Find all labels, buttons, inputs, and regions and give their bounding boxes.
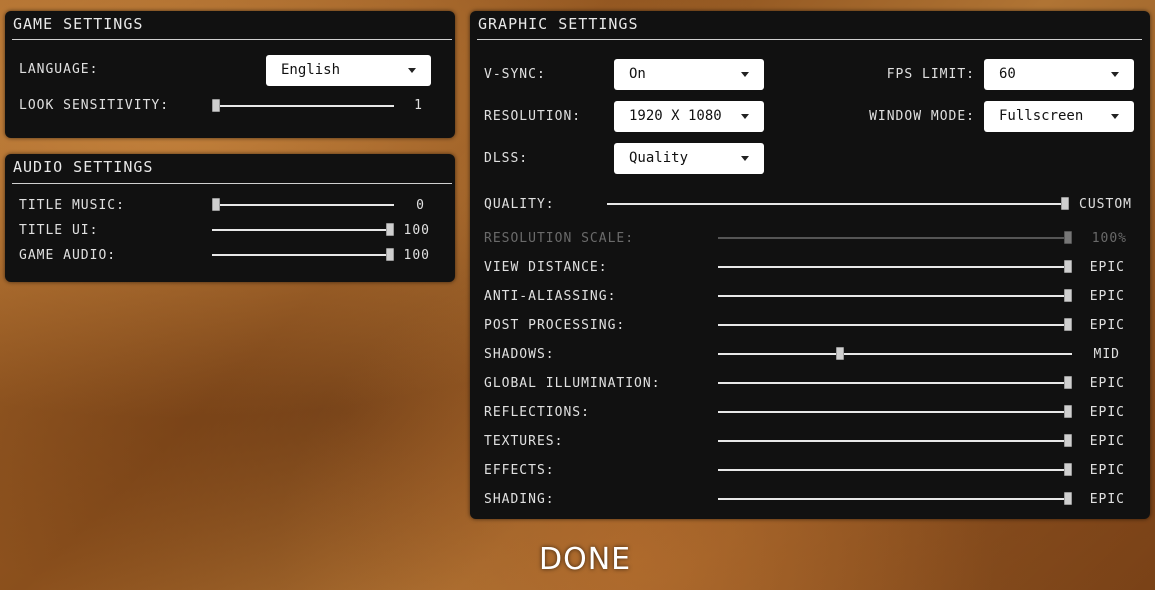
reflections-slider[interactable] [718, 405, 1072, 418]
language-dropdown[interactable]: English [266, 55, 431, 86]
textures-slider[interactable] [718, 434, 1072, 447]
look-sensitivity-label: LOOK SENSITIVITY: [19, 98, 170, 113]
chevron-down-icon [1111, 114, 1119, 119]
chevron-down-icon [741, 114, 749, 119]
effects-label: EFFECTS: [484, 463, 555, 478]
anti-aliassing-slider[interactable] [718, 289, 1072, 302]
game-settings-divider [12, 39, 452, 40]
global-illumination-slider[interactable] [718, 376, 1072, 389]
post-processing-slider[interactable] [718, 318, 1072, 331]
title-ui-value: 100 [403, 223, 430, 238]
title-music-label: TITLE MUSIC: [19, 198, 125, 213]
shading-value: EPIC [1089, 492, 1125, 507]
language-value: English [281, 62, 341, 78]
shadows-slider[interactable] [718, 347, 1072, 360]
slider-thumb[interactable] [212, 198, 220, 211]
slider-track [718, 498, 1072, 500]
slider-track [718, 440, 1072, 442]
title-ui-label: TITLE UI: [19, 223, 99, 238]
vsync-value: On [629, 66, 646, 82]
post-processing-label: POST PROCESSING: [484, 318, 626, 333]
fps-limit-value: 60 [999, 66, 1016, 82]
audio-settings-panel: AUDIO SETTINGS TITLE MUSIC: 0 TITLE UI: … [5, 154, 455, 282]
title-music-value: 0 [416, 198, 425, 213]
slider-track [212, 254, 394, 256]
dlss-value: Quality [629, 150, 689, 166]
effects-slider[interactable] [718, 463, 1072, 476]
language-label: LANGUAGE: [19, 62, 99, 77]
resolution-label: RESOLUTION: [484, 109, 582, 124]
slider-track [607, 203, 1069, 205]
slider-track [212, 229, 394, 231]
slider-track [718, 266, 1072, 268]
global-illumination-value: EPIC [1089, 376, 1125, 391]
slider-track [718, 382, 1072, 384]
dlss-dropdown[interactable]: Quality [614, 143, 764, 174]
slider-track [718, 237, 1072, 239]
slider-track [212, 105, 394, 107]
quality-value: CUSTOM [1079, 197, 1132, 212]
audio-settings-divider [12, 183, 452, 184]
shading-slider[interactable] [718, 492, 1072, 505]
resolution-dropdown[interactable]: 1920 X 1080 [614, 101, 764, 132]
window-mode-label: WINDOW MODE: [869, 109, 975, 124]
global-illumination-label: GLOBAL ILLUMINATION: [484, 376, 661, 391]
look-sensitivity-value: 1 [414, 98, 423, 113]
graphic-settings-panel: GRAPHIC SETTINGS V-SYNC: On RESOLUTION: … [470, 11, 1150, 519]
slider-track [718, 411, 1072, 413]
resolution-scale-value: 100% [1091, 231, 1127, 246]
view-distance-value: EPIC [1089, 260, 1125, 275]
chevron-down-icon [741, 156, 749, 161]
audio-settings-title: AUDIO SETTINGS [13, 158, 154, 176]
title-ui-slider[interactable] [212, 223, 394, 236]
vsync-dropdown[interactable]: On [614, 59, 764, 90]
dlss-label: DLSS: [484, 151, 529, 166]
chevron-down-icon [1111, 72, 1119, 77]
slider-track [718, 353, 1072, 355]
shading-label: SHADING: [484, 492, 555, 507]
game-settings-title: GAME SETTINGS [13, 15, 144, 33]
chevron-down-icon [741, 72, 749, 77]
slider-track [718, 469, 1072, 471]
graphic-settings-title: GRAPHIC SETTINGS [478, 15, 639, 33]
quality-slider[interactable] [607, 197, 1069, 210]
anti-aliassing-value: EPIC [1089, 289, 1125, 304]
view-distance-label: VIEW DISTANCE: [484, 260, 608, 275]
slider-thumb[interactable] [836, 347, 844, 360]
shadows-label: SHADOWS: [484, 347, 555, 362]
slider-thumb[interactable] [212, 99, 220, 112]
view-distance-slider[interactable] [718, 260, 1072, 273]
resolution-scale-label: RESOLUTION SCALE: [484, 231, 635, 246]
shadows-value: MID [1093, 347, 1120, 362]
fps-limit-label: FPS LIMIT: [886, 67, 975, 82]
title-music-slider[interactable] [212, 198, 394, 211]
game-audio-label: GAME AUDIO: [19, 248, 117, 263]
reflections-value: EPIC [1089, 405, 1125, 420]
slider-track [718, 295, 1072, 297]
textures-label: TEXTURES: [484, 434, 564, 449]
resolution-scale-slider [718, 231, 1072, 244]
slider-track [212, 204, 394, 206]
game-audio-slider[interactable] [212, 248, 394, 261]
game-settings-panel: GAME SETTINGS LANGUAGE: English LOOK SEN… [5, 11, 455, 138]
look-sensitivity-slider[interactable] [212, 99, 394, 112]
post-processing-value: EPIC [1089, 318, 1125, 333]
effects-value: EPIC [1089, 463, 1125, 478]
window-mode-dropdown[interactable]: Fullscreen [984, 101, 1134, 132]
graphic-settings-divider [477, 39, 1142, 40]
vsync-label: V-SYNC: [484, 67, 546, 82]
slider-track [718, 324, 1072, 326]
reflections-label: REFLECTIONS: [484, 405, 590, 420]
quality-label: QUALITY: [484, 197, 555, 212]
resolution-value: 1920 X 1080 [629, 108, 722, 124]
chevron-down-icon [408, 68, 416, 73]
game-audio-value: 100 [403, 248, 430, 263]
anti-aliassing-label: ANTI-ALIASSING: [484, 289, 617, 304]
done-button[interactable]: DONE [539, 542, 631, 577]
fps-limit-dropdown[interactable]: 60 [984, 59, 1134, 90]
textures-value: EPIC [1089, 434, 1125, 449]
window-mode-value: Fullscreen [999, 108, 1084, 124]
